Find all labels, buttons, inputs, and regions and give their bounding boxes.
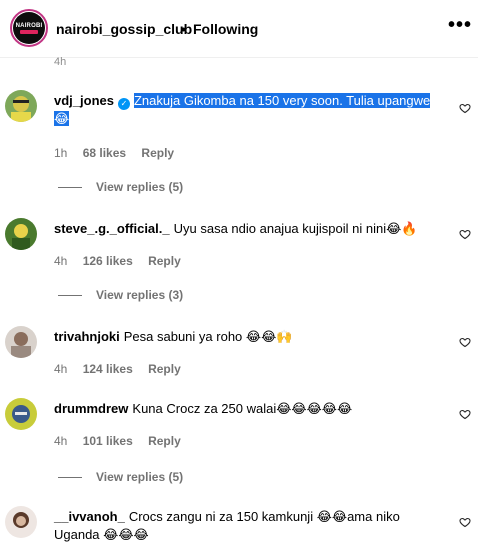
commenter-avatar[interactable] [5,506,37,538]
comment-likes[interactable]: 126 likes [83,254,133,268]
comment-likes[interactable]: 68 likes [83,146,126,160]
account-username[interactable]: nairobi_gossip_club [56,21,192,37]
previous-comment-time: 4h [54,56,67,68]
account-logo: NAIROBI [13,12,45,44]
comment-body: Pesa sabuni ya roho 😂😂🙌 [123,329,293,344]
reply-button[interactable]: Reply [148,434,181,448]
comment-text-block: vdj_jones ✓ Znakuja Gikomba na 150 very so… [54,92,439,128]
comment-body: Kuna Crocz za 250 walai😂😂😂😂😂 [132,401,353,416]
commenter-avatar[interactable] [5,326,37,358]
reply-button[interactable]: Reply [148,254,181,268]
view-replies-button[interactable]: View replies (5) [58,180,183,194]
reply-button[interactable]: Reply [148,362,181,376]
comment-username[interactable]: __ivvanoh_ [54,509,125,524]
account-logo-text: NAIROBI [15,22,43,29]
view-replies-label: View replies (5) [96,470,184,484]
comment-time: 4h [54,434,68,448]
comment-username[interactable]: vdj_jones [54,93,114,108]
commenter-avatar[interactable] [5,218,37,250]
comment-meta: 4h 126 likes Reply [54,254,193,268]
comment-time: 4h [54,362,68,376]
more-icon[interactable]: ••• [448,14,472,37]
comment-meta: 1h 68 likes Reply [54,146,186,160]
commenter-avatar[interactable] [5,398,37,430]
account-avatar[interactable]: NAIROBI [10,9,48,47]
heart-icon[interactable] [459,408,471,420]
verified-icon: ✓ [117,98,130,110]
replies-line [58,295,82,297]
comment-text-block: steve_.g._official._ Uyu sasa ndio anajua… [54,220,439,238]
separator-dot: • [181,21,186,37]
replies-line [58,187,82,189]
view-replies-label: View replies (5) [96,180,184,194]
comment-likes[interactable]: 124 likes [83,362,133,376]
heart-icon[interactable] [459,102,471,114]
comment-text-block: drummdrew Kuna Crocz za 250 walai😂😂😂😂😂 [54,400,439,418]
heart-icon[interactable] [459,516,471,528]
replies-line [58,477,82,479]
comment-meta: 4h 124 likes Reply [54,362,193,376]
comment-time: 1h [54,146,68,160]
comment-username[interactable]: steve_.g._official._ [54,221,170,236]
comment-time: 4h [54,254,68,268]
comment-text-block: trivahnjoki Pesa sabuni ya roho 😂😂🙌 [54,328,439,346]
following-button[interactable]: Following [193,21,258,37]
commenter-avatar[interactable] [5,90,37,122]
heart-icon[interactable] [459,336,471,348]
post-header: NAIROBI nairobi_gossip_club • Following … [0,0,478,58]
comment-likes[interactable]: 101 likes [83,434,133,448]
view-replies-label: View replies (3) [96,288,184,302]
view-replies-button[interactable]: View replies (3) [58,288,183,302]
reply-button[interactable]: Reply [141,146,174,160]
comment-body: Uyu sasa ndio anajua kujispoil ni nini😂🔥 [173,221,418,236]
account-logo-bar [20,29,38,34]
view-replies-button[interactable]: View replies (5) [58,470,183,484]
comment-username[interactable]: trivahnjoki [54,329,120,344]
comment-text-block: __ivvanoh_ Crocs zangu ni za 150 kamkunji… [54,508,439,544]
heart-icon[interactable] [459,228,471,240]
comment-username[interactable]: drummdrew [54,401,128,416]
comment-meta: 4h 101 likes Reply [54,434,193,448]
